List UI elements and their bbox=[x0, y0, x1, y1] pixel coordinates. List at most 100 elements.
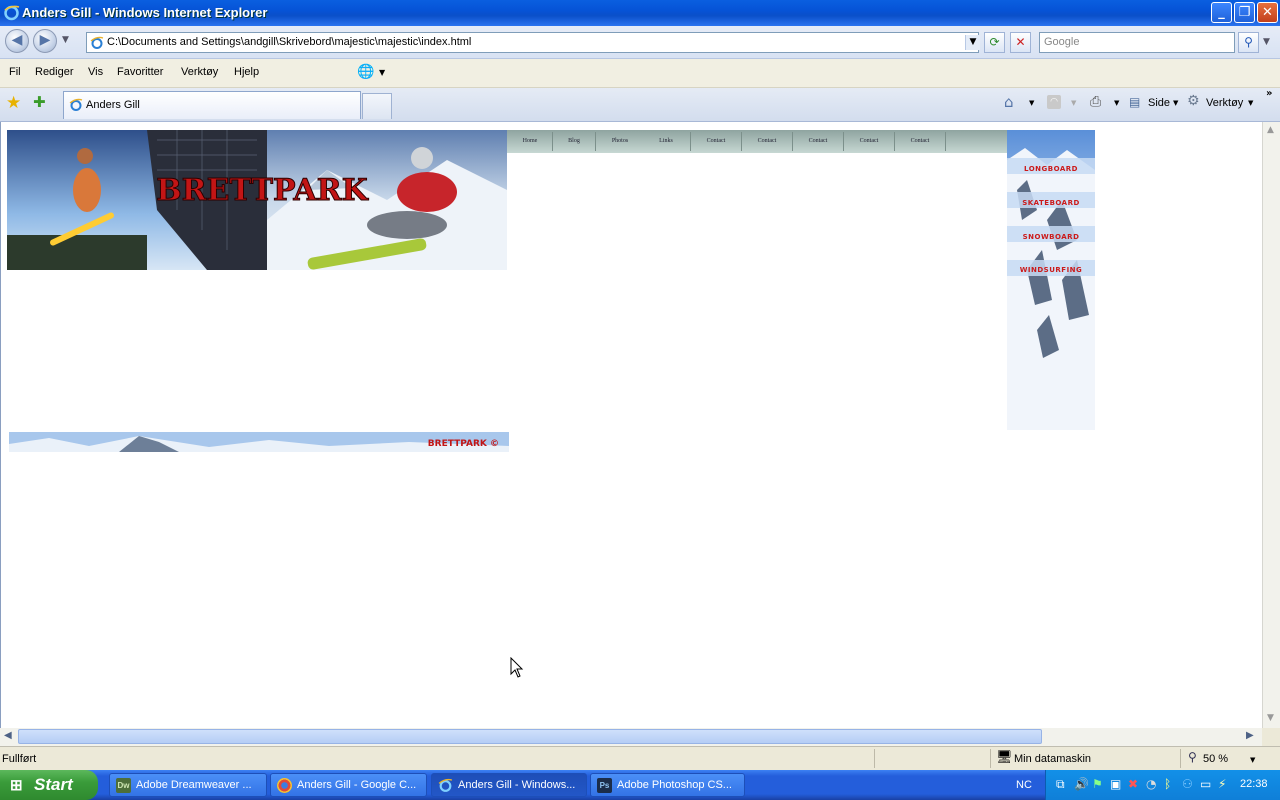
volume-icon[interactable]: 🔊 bbox=[1074, 777, 1089, 791]
zoom-level[interactable]: 50 % bbox=[1203, 753, 1228, 765]
side-link-longboard[interactable]: LONGBOARD bbox=[1009, 165, 1093, 177]
nav-separator bbox=[792, 132, 793, 151]
security-alert-icon[interactable]: ✖ bbox=[1128, 777, 1138, 791]
translate-icon[interactable]: 🌐 bbox=[357, 64, 374, 80]
recent-pages-dropdown-icon[interactable]: ▼ bbox=[62, 35, 69, 45]
taskbar-item-label: Adobe Dreamweaver ... bbox=[136, 779, 252, 791]
add-favorite-icon[interactable]: ✚ bbox=[33, 93, 46, 111]
windows-logo-icon: ⊞ bbox=[10, 777, 23, 794]
taskbar-item-chrome[interactable]: Anders Gill - Google C... bbox=[270, 773, 427, 797]
nav-link-contact[interactable]: Contact bbox=[696, 138, 736, 144]
start-label: Start bbox=[34, 775, 73, 794]
ie-page-icon bbox=[69, 98, 83, 111]
tab-label: Anders Gill bbox=[86, 99, 140, 111]
banner-image: BRETTPARK bbox=[7, 130, 507, 270]
scroll-right-icon[interactable]: ▶ bbox=[1246, 730, 1254, 741]
nav-link-contact[interactable]: Contact bbox=[747, 138, 787, 144]
nav-separator bbox=[945, 132, 946, 151]
chrome-icon bbox=[277, 778, 292, 793]
refresh-button[interactable]: ⟳ bbox=[984, 32, 1005, 53]
taskbar-item-internet-explorer[interactable]: Anders Gill - Windows... bbox=[431, 773, 587, 797]
new-tab-button[interactable] bbox=[362, 93, 392, 119]
address-toolbar: ◀ ▶ ▼ C:\Documents and Settings\andgill\… bbox=[0, 26, 1280, 59]
sync-icon[interactable]: ◔ bbox=[1146, 777, 1156, 791]
maximize-button[interactable]: ❐ bbox=[1234, 2, 1255, 23]
scroll-up-icon[interactable]: ▲ bbox=[1267, 125, 1274, 135]
search-options-dropdown-icon[interactable]: ▼ bbox=[1263, 37, 1270, 47]
address-dropdown-icon[interactable]: ▼ bbox=[965, 35, 980, 50]
nav-link-links[interactable]: Links bbox=[646, 138, 686, 144]
nav-link-blog[interactable]: Blog bbox=[554, 138, 594, 144]
menu-help[interactable]: Hjelp bbox=[234, 66, 259, 78]
zoom-dropdown-icon[interactable]: ▼ bbox=[1250, 756, 1255, 764]
antivirus-icon[interactable]: ⚑ bbox=[1092, 777, 1103, 791]
monitor-icon[interactable]: ▭ bbox=[1200, 777, 1211, 791]
page-icon bbox=[90, 36, 104, 49]
taskbar-item-photoshop[interactable]: Ps Adobe Photoshop CS... bbox=[590, 773, 745, 797]
feeds-icon[interactable]: ◠ bbox=[1047, 95, 1061, 109]
zoom-icon[interactable]: ⚲ bbox=[1188, 750, 1197, 764]
nav-link-contact[interactable]: Contact bbox=[798, 138, 838, 144]
site-navigation: Home Blog Photos Links Contact Contact C… bbox=[507, 130, 1007, 153]
home-icon[interactable]: ⌂ bbox=[1004, 93, 1014, 111]
nav-link-contact[interactable]: Contact bbox=[900, 138, 940, 144]
print-icon[interactable]: ⎙ bbox=[1090, 94, 1101, 110]
vertical-scrollbar[interactable]: ▲ ▼ bbox=[1262, 122, 1280, 728]
minimize-button[interactable]: _ bbox=[1211, 2, 1232, 23]
system-tray: ⧉ 🔊 ⚑ ▣ ✖ ◔ ᛒ ⚇ ▭ ⚡ 22:38 bbox=[1045, 770, 1280, 800]
menu-favorites[interactable]: Favoritter bbox=[117, 66, 163, 78]
internet-explorer-icon bbox=[4, 5, 20, 21]
back-button[interactable]: ◀ bbox=[5, 29, 29, 53]
clock[interactable]: 22:38 bbox=[1240, 778, 1268, 790]
window-title-bar[interactable]: Anders Gill - Windows Internet Explorer … bbox=[0, 0, 1280, 26]
tab-anders-gill[interactable]: Anders Gill bbox=[63, 91, 361, 119]
language-indicator[interactable]: NC bbox=[1016, 779, 1032, 791]
menu-tools[interactable]: Verktøy bbox=[181, 66, 218, 78]
nav-link-contact[interactable]: Contact bbox=[849, 138, 889, 144]
horizontal-scrollbar[interactable]: ◀ ▶ bbox=[0, 728, 1262, 746]
horizontal-scroll-thumb[interactable] bbox=[18, 729, 1042, 744]
search-icon[interactable]: ⚲ bbox=[1238, 32, 1259, 53]
display-icon[interactable]: ▣ bbox=[1110, 777, 1121, 791]
messenger-icon[interactable]: ⚇ bbox=[1182, 777, 1193, 791]
status-divider bbox=[1180, 749, 1181, 768]
forward-button[interactable]: ▶ bbox=[33, 29, 57, 53]
power-icon[interactable]: ⚡ bbox=[1218, 777, 1226, 791]
nav-link-home[interactable]: Home bbox=[510, 138, 550, 144]
feeds-dropdown-icon[interactable]: ▼ bbox=[1071, 99, 1076, 107]
address-field[interactable]: C:\Documents and Settings\andgill\Skrive… bbox=[86, 32, 980, 53]
home-dropdown-icon[interactable]: ▼ bbox=[1029, 99, 1034, 107]
search-input[interactable]: Google bbox=[1039, 32, 1235, 53]
print-dropdown-icon[interactable]: ▼ bbox=[1114, 99, 1119, 107]
status-text: Fullført bbox=[2, 753, 37, 765]
stop-button[interactable]: ✕ bbox=[1010, 32, 1031, 53]
taskbar-item-dreamweaver[interactable]: Dw Adobe Dreamweaver ... bbox=[109, 773, 267, 797]
scroll-down-icon[interactable]: ▼ bbox=[1267, 713, 1274, 723]
nav-separator bbox=[552, 132, 553, 151]
menu-file[interactable]: Fil bbox=[9, 66, 21, 78]
tools-menu-button[interactable]: Verktøy bbox=[1206, 97, 1243, 109]
menu-bar: Fil Rediger Vis Favoritter Verktøy Hjelp… bbox=[0, 59, 1280, 88]
close-button[interactable]: ✕ bbox=[1257, 2, 1278, 23]
nav-link-photos[interactable]: Photos bbox=[600, 138, 640, 144]
side-link-snowboard[interactable]: SNOWBOARD bbox=[1009, 233, 1093, 245]
status-bar: Fullført 🖥 Min datamaskin ⚲ 50 % ▼ bbox=[0, 746, 1280, 771]
bluetooth-icon[interactable]: ᛒ bbox=[1164, 777, 1171, 791]
side-link-skateboard[interactable]: SKATEBOARD bbox=[1009, 199, 1093, 211]
tools-dropdown-icon[interactable]: ▼ bbox=[1248, 99, 1253, 107]
nav-separator bbox=[843, 132, 844, 151]
network-icon[interactable]: ⧉ bbox=[1056, 777, 1065, 792]
menu-view[interactable]: Vis bbox=[88, 66, 103, 78]
chevron-more-icon[interactable]: » bbox=[1266, 88, 1272, 99]
page-menu-button[interactable]: Side bbox=[1148, 97, 1170, 109]
menu-edit[interactable]: Rediger bbox=[35, 66, 74, 78]
side-link-windsurfing[interactable]: WINDSURFING bbox=[1009, 266, 1093, 278]
page-dropdown-icon[interactable]: ▼ bbox=[1173, 99, 1178, 107]
nav-separator bbox=[595, 132, 596, 151]
scroll-left-icon[interactable]: ◀ bbox=[4, 730, 12, 741]
page-menu-icon: ▤ bbox=[1129, 95, 1141, 109]
translate-dropdown-icon[interactable]: ▼ bbox=[379, 68, 385, 77]
security-zone: Min datamaskin bbox=[1014, 753, 1092, 765]
favorites-star-icon[interactable]: ★ bbox=[6, 93, 21, 113]
start-button[interactable]: ⊞ Start bbox=[0, 770, 98, 800]
